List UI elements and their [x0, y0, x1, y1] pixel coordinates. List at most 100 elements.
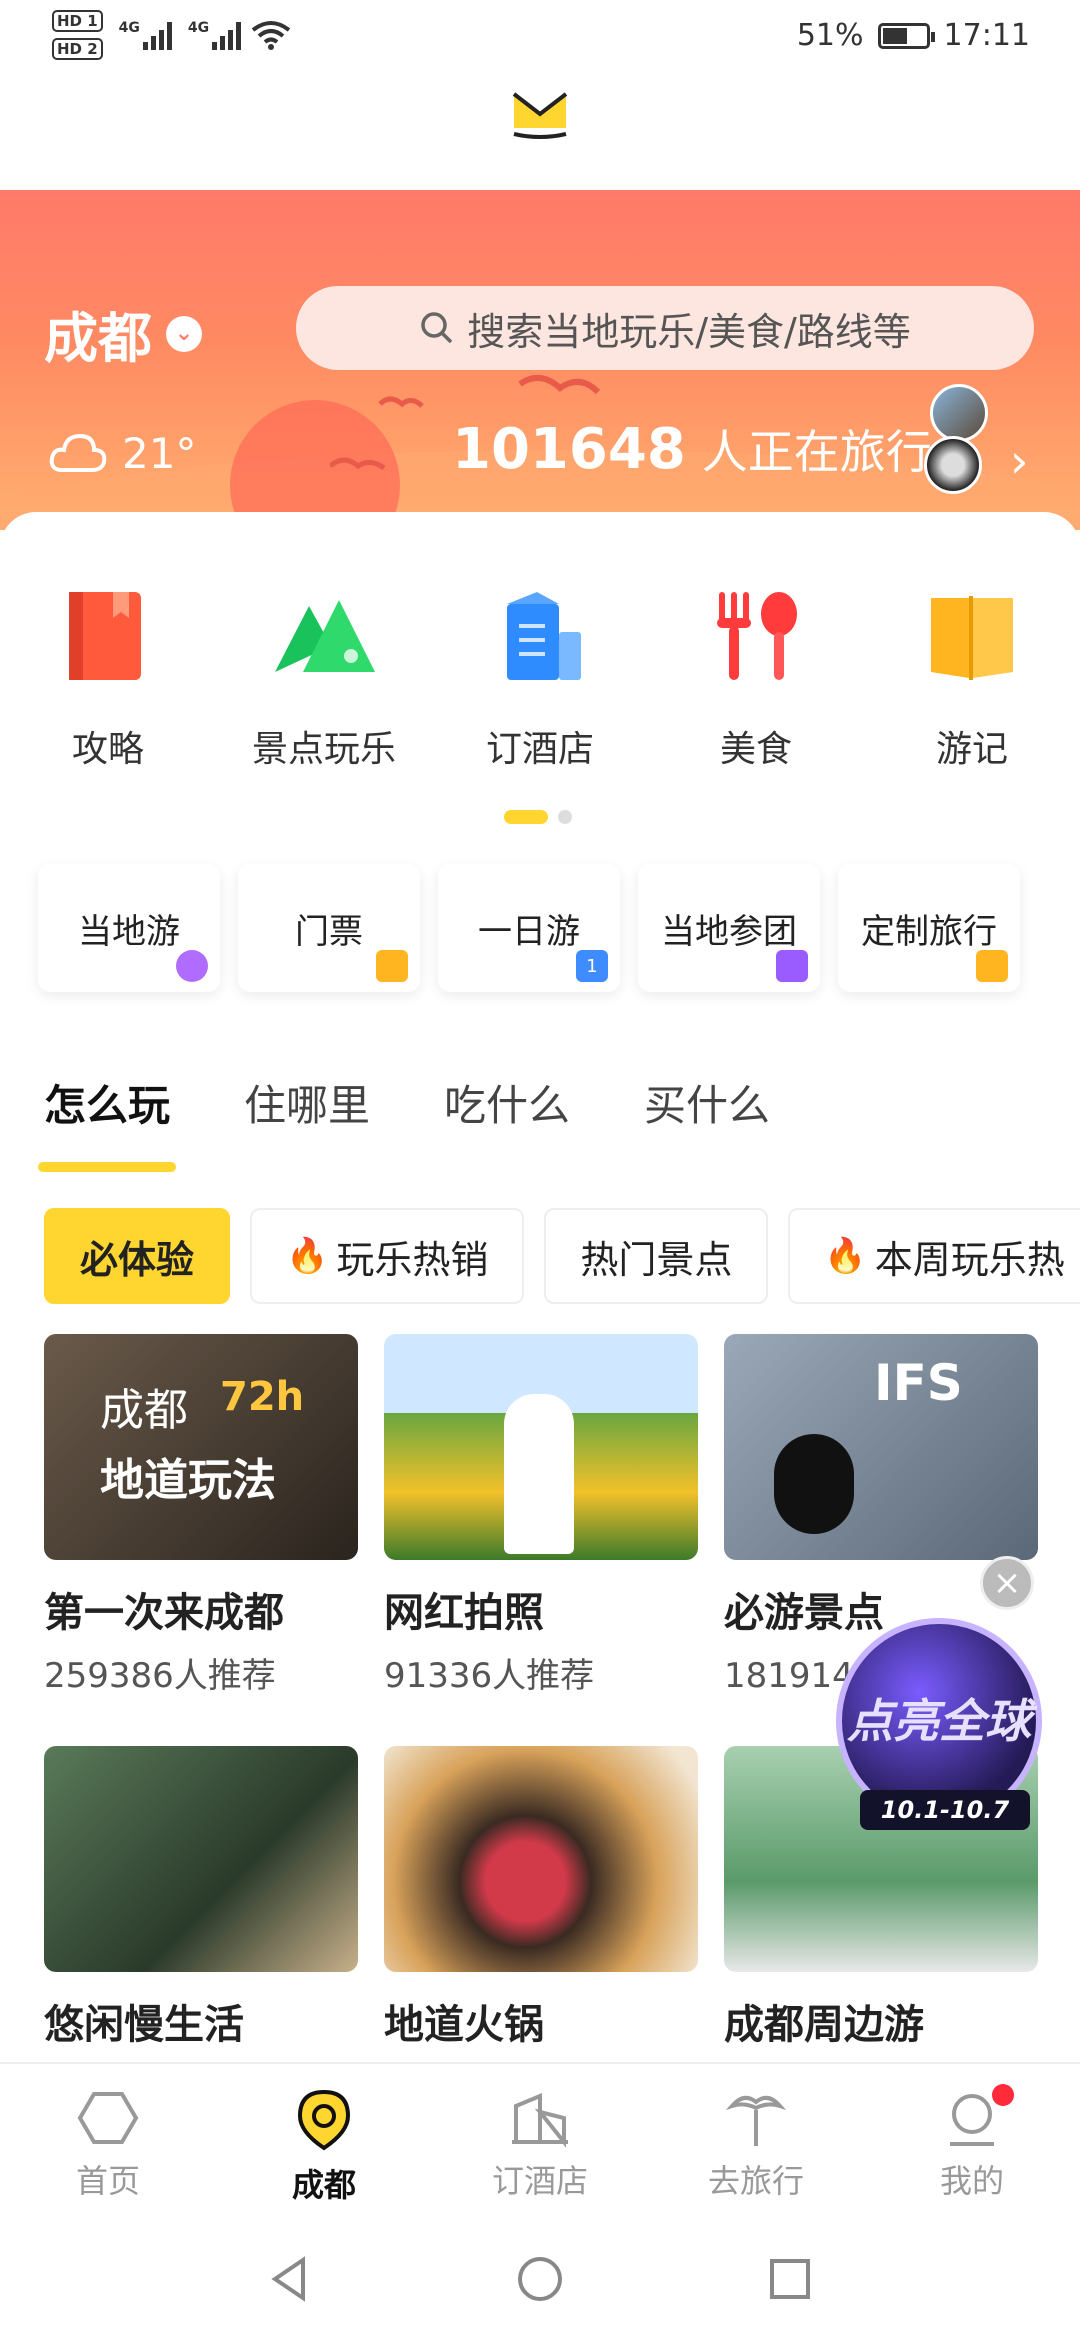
pill-weekly-hot[interactable]: 🔥 本周玩乐热 — [788, 1208, 1080, 1304]
nav-label: 去旅行 — [707, 2162, 804, 2200]
luggage-icon — [976, 950, 1008, 982]
tab-indicator — [38, 1162, 176, 1172]
city-name: 成都 — [44, 307, 152, 370]
quick-actions: 攻略 景点玩乐 订酒店 美食 游记 — [0, 582, 1080, 772]
quick-hotel[interactable]: 订酒店 — [432, 582, 648, 772]
quick-label: 攻略 — [71, 729, 144, 770]
status-left: HD 1 HD 2 4G 4G — [52, 10, 291, 60]
recents-icon[interactable] — [765, 2254, 815, 2304]
chip-group-tour[interactable]: 当地参团 — [638, 864, 820, 992]
tab-what-to-eat[interactable]: 吃什么 — [444, 1072, 570, 1133]
chevron-right-icon[interactable]: › — [1010, 434, 1028, 488]
system-nav-bar — [0, 2218, 1080, 2340]
city-selector[interactable]: 成都 ⌄ — [44, 294, 202, 373]
tile-subtitle: 91336人推荐 — [384, 1656, 595, 1696]
travelers-count: 101648 — [452, 416, 686, 482]
chevron-down-icon: ⌄ — [166, 315, 202, 352]
tab-what-to-buy[interactable]: 买什么 — [644, 1072, 770, 1133]
city-banner: 成都 ⌄ 搜索当地玩乐/美食/路线等 21° 101648 人正在旅行 › — [0, 190, 1080, 530]
pill-label: 热门景点 — [580, 1237, 733, 1282]
balloon-icon — [176, 950, 208, 982]
tile-image — [384, 1746, 698, 1972]
close-icon[interactable]: × — [980, 1556, 1034, 1610]
tile-image — [384, 1334, 698, 1560]
status-bar: HD 1 HD 2 4G 4G 51% 17:11 — [0, 0, 1080, 72]
nav-label: 首页 — [75, 2162, 140, 2200]
filter-pills: 必体验 🔥 玩乐热销 热门景点 🔥 本周玩乐热 — [44, 1208, 1080, 1304]
flame-icon: 🔥 — [286, 1236, 329, 1276]
avatar — [924, 436, 982, 494]
tile-hotpot[interactable]: 地道火锅 — [384, 1746, 698, 2050]
quick-label: 美食 — [719, 729, 792, 770]
tile-image: IFS — [724, 1334, 1038, 1560]
overlay-72h: 72h — [220, 1374, 305, 1420]
quick-label: 游记 — [935, 729, 1008, 770]
network-2-label: 4G — [187, 20, 210, 36]
weather-widget: 21° — [48, 428, 196, 478]
tab-how-to-play[interactable]: 怎么玩 — [44, 1072, 170, 1133]
tile-title: 网红拍照 — [384, 1590, 544, 1636]
chip-local-tour[interactable]: 当地游 — [38, 864, 220, 992]
palm-tree-icon — [725, 2095, 787, 2146]
nav-label: 订酒店 — [491, 2162, 588, 2200]
pill-must-experience[interactable]: 必体验 — [44, 1208, 231, 1304]
content-tabs: 怎么玩 住哪里 吃什么 买什么 — [44, 1072, 770, 1133]
search-bar[interactable]: 搜索当地玩乐/美食/路线等 — [296, 286, 1034, 370]
tile-leisure[interactable]: 悠闲慢生活 — [44, 1746, 358, 2050]
back-icon[interactable] — [265, 2254, 315, 2304]
tile-first-time[interactable]: 成都 72h 地道玩法 第一次来成都 259386人推荐 — [44, 1334, 358, 1697]
status-right: 51% 17:11 — [797, 18, 1030, 53]
search-placeholder: 搜索当地玩乐/美食/路线等 — [467, 309, 911, 354]
tile-image: 成都 72h 地道玩法 — [44, 1334, 358, 1560]
travelers-row[interactable]: 101648 人正在旅行 — [452, 416, 932, 482]
page-dot — [558, 810, 572, 824]
tile-title: 成都周边游 — [724, 2002, 924, 2048]
nav-profile[interactable]: 我的 — [864, 2064, 1080, 2218]
chip-custom-trip[interactable]: 定制旅行 — [838, 864, 1020, 992]
chip-day-tour[interactable]: 一日游 1 — [438, 864, 620, 992]
chip-label: 一日游 — [478, 911, 580, 952]
wifi-icon — [251, 21, 291, 50]
nav-city[interactable]: 成都 — [216, 2064, 432, 2218]
open-book-icon — [931, 596, 1013, 680]
promo-dates: 10.1-10.7 — [860, 1790, 1030, 1830]
traveler-avatars — [924, 384, 994, 494]
page-indicator — [504, 810, 572, 824]
calendar-icon: 1 — [576, 950, 608, 982]
hd1-badge: HD 1 — [52, 10, 103, 32]
nav-home[interactable]: 首页 — [0, 2064, 216, 2218]
signal-1-icon: 4G — [119, 20, 172, 50]
chip-label: 当地游 — [78, 911, 180, 952]
quick-attractions[interactable]: 景点玩乐 — [216, 582, 432, 772]
overlay-title: 地道玩法 — [100, 1455, 276, 1506]
quick-travelogue[interactable]: 游记 — [864, 582, 1080, 772]
ticket-icon — [376, 950, 408, 982]
tile-photo-spots[interactable]: 网红拍照 91336人推荐 — [384, 1334, 698, 1697]
promo-badge[interactable]: 点亮全球 10.1-10.7 — [836, 1618, 1042, 1830]
quick-guide[interactable]: 攻略 — [0, 582, 216, 772]
nav-hotel[interactable]: 订酒店 — [432, 2064, 648, 2218]
app-logo-icon — [512, 92, 568, 139]
pill-hot-spots[interactable]: 热门景点 — [544, 1208, 769, 1304]
hd2-badge: HD 2 — [52, 38, 103, 60]
chip-tickets[interactable]: 门票 — [238, 864, 420, 992]
fork-spoon-icon — [717, 592, 797, 680]
travelers-text: 人正在旅行 — [701, 425, 932, 479]
bottom-nav: 首页 成都 订酒店 去旅行 我的 — [0, 2062, 1080, 2218]
building-icon — [512, 2093, 568, 2148]
app-header — [0, 72, 1080, 190]
network-1-label: 4G — [118, 20, 140, 36]
quick-food[interactable]: 美食 — [648, 582, 864, 772]
nav-travel[interactable]: 去旅行 — [648, 2064, 864, 2218]
tile-title: 地道火锅 — [384, 2002, 544, 2048]
location-pin-icon — [297, 2089, 351, 2151]
tile-subtitle: 259386人推荐 — [44, 1656, 276, 1696]
guide-book-icon — [69, 592, 141, 680]
home-circle-icon[interactable] — [515, 2254, 565, 2304]
tab-where-to-stay[interactable]: 住哪里 — [244, 1072, 370, 1133]
hotel-building-icon — [507, 592, 581, 680]
avatar — [930, 384, 988, 442]
pill-hot-sales[interactable]: 🔥 玩乐热销 — [250, 1208, 525, 1304]
panda-figure — [774, 1434, 854, 1534]
temperature: 21° — [122, 428, 197, 478]
